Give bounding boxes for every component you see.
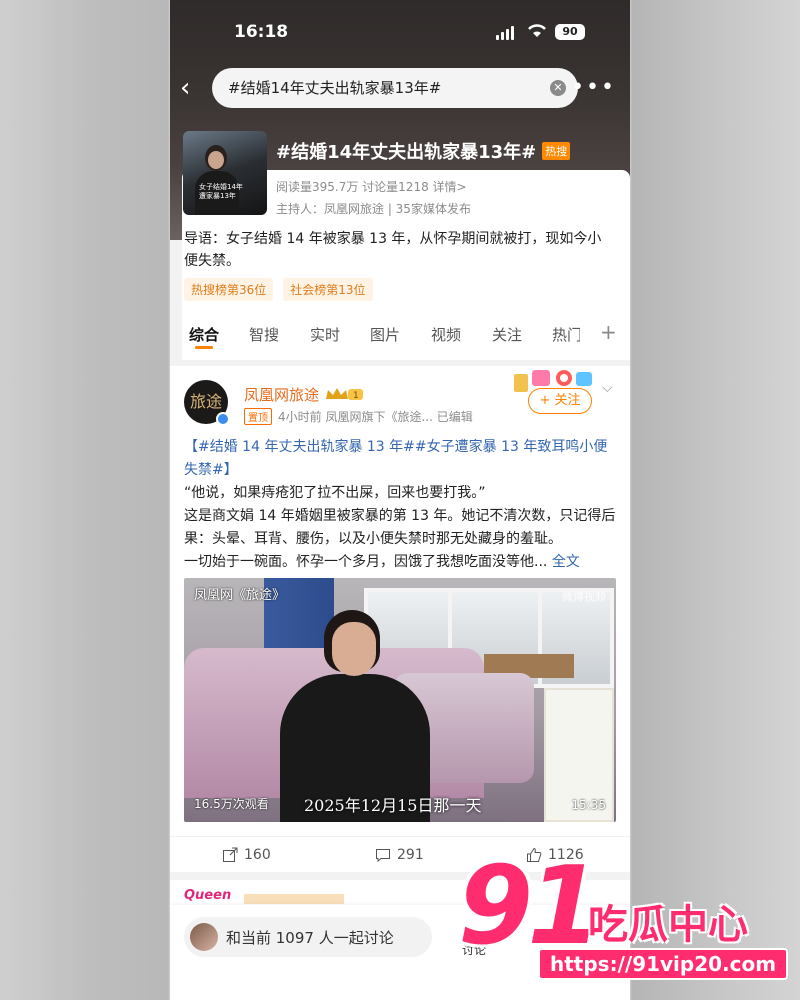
video-player[interactable]: 凤凰网《旅途》 微博视频 16.5万次观看 2025年12月15日那一天 15:… <box>184 578 616 822</box>
svg-text:1: 1 <box>353 391 359 401</box>
active-tab-indicator <box>195 346 213 349</box>
weibo-post: 旅途 凤凰网旅途 1 置顶 4小时前 凤凰网旗下《旅途... 已编辑 + 关注 … <box>170 366 630 872</box>
full-text-link[interactable]: 全文 <box>552 554 580 570</box>
post-line-3: 一切始于一碗面。怀孕一个多月，因饿了我想吃面没等他... 全文 <box>184 551 616 574</box>
follow-button[interactable]: + 关注 <box>528 388 592 414</box>
discussion-prompt: 和当前 1097 人一起讨论 <box>226 929 394 947</box>
verified-icon <box>216 412 230 426</box>
video-view-count: 16.5万次观看 <box>194 797 269 811</box>
next-post-username <box>244 894 344 904</box>
post-line-2: 这是商文娟 14 年婚姻里被家暴的第 13 年。她记不清次数，只记得后果：头晕、… <box>184 508 616 547</box>
tab-images[interactable]: 图片 <box>370 324 400 345</box>
thumb-face <box>208 151 224 169</box>
topic-title: #结婚14年丈夫出轨家暴13年# 热搜 <box>276 138 571 164</box>
tab-following[interactable]: 关注 <box>492 324 522 345</box>
video-watermark-right: 微博视频 <box>562 590 606 603</box>
video-person-face <box>332 622 376 676</box>
logo-url: https://91vip20.com <box>538 948 789 980</box>
repost-count: 160 <box>244 847 271 863</box>
watermark-logo: 91 吃瓜中心 https://91vip20.com <box>458 844 789 992</box>
discussion-avatar <box>190 923 218 951</box>
topic-intro: 导语：女子结婚 14 年被家暴 13 年，从怀孕期间就被打，现如今小便失禁。 <box>184 231 602 269</box>
status-time: 16:18 <box>234 22 289 42</box>
tab-realtime[interactable]: 实时 <box>310 324 340 345</box>
tab-videos[interactable]: 视频 <box>431 324 461 345</box>
topic-thumbnail[interactable]: 女子结婚14年 遭家暴13年 <box>183 131 267 215</box>
hot-badge: 热搜 <box>542 142 571 160</box>
signal-icon <box>496 26 514 40</box>
post-meta: 4小时前 凤凰网旗下《旅途... 已编辑 <box>278 410 473 424</box>
status-bar: 16:18 90 <box>170 0 630 66</box>
battery-icon: 90 <box>555 24 585 40</box>
tab-bar: 综合 智搜 实时 图片 视频 关注 热门 + <box>182 316 630 360</box>
more-icon[interactable]: ••• <box>571 74 616 102</box>
topic-host: 主持人：凤凰网旅途 | 35家媒体发布 <box>276 202 471 216</box>
repost-button[interactable]: 160 <box>222 847 271 863</box>
thumb-caption: 女子结婚14年 遭家暴13年 <box>199 183 243 200</box>
clear-icon[interactable]: ✕ <box>550 80 566 96</box>
tab-comprehensive[interactable]: 综合 <box>189 324 219 345</box>
back-arrow-icon[interactable]: ‹ <box>180 74 208 102</box>
chevron-down-icon[interactable]: ⌵ <box>602 380 613 396</box>
tab-hot[interactable]: 热门 <box>552 324 580 345</box>
post-username[interactable]: 凤凰网旅途 <box>244 384 319 405</box>
video-caption: 2025年12月15日那一天 <box>304 796 482 815</box>
navigation-bar: ‹ #结婚14年丈夫出轨家暴13年# ✕ ••• <box>170 66 630 110</box>
post-body: 【#结婚 14 年丈夫出轨家暴 13 年##女子遭家暴 13 年致耳鸣小便失禁#… <box>184 436 616 574</box>
add-tab-icon[interactable]: + <box>600 320 617 344</box>
vip-crown-icon: 1 <box>326 388 363 401</box>
search-query: #结婚14年丈夫出轨家暴13年# <box>228 79 442 97</box>
discussion-input[interactable]: 和当前 1097 人一起讨论 <box>184 917 432 957</box>
wifi-icon <box>528 24 546 37</box>
topic-stats[interactable]: 阅读量395.7万 讨论量1218 详情> <box>276 178 467 195</box>
logo-text: 吃瓜中心 <box>588 902 748 948</box>
video-duration: 15:35 <box>571 798 606 812</box>
rank-tag-society[interactable]: 社会榜第13位 <box>283 278 373 301</box>
repost-icon <box>223 847 238 862</box>
rank-tags: 热搜榜第36位 社会榜第13位 <box>184 278 373 301</box>
comment-count: 291 <box>397 847 424 863</box>
tab-smart-search[interactable]: 智搜 <box>249 324 279 345</box>
post-line-1: “他说，如果痔疮犯了拉不出屎，回来也要打我。” <box>184 485 486 501</box>
pinned-badge: 置顶 <box>244 408 272 425</box>
rank-tag-hot[interactable]: 热搜榜第36位 <box>184 278 274 301</box>
comment-button[interactable]: 291 <box>375 847 424 863</box>
logo-number: 91 <box>458 844 602 969</box>
post-hashtags[interactable]: 【#结婚 14 年丈夫出轨家暴 13 年##女子遭家暴 13 年致耳鸣小便失禁#… <box>184 436 616 482</box>
video-watermark-left: 凤凰网《旅途》 <box>194 588 286 603</box>
search-input[interactable]: #结婚14年丈夫出轨家暴13年# ✕ <box>212 68 578 108</box>
post-line-3-text: 一切始于一碗面。怀孕一个多月，因饿了我想吃面没等他... <box>184 554 548 570</box>
comment-icon <box>376 849 390 863</box>
topic-title-text: #结婚14年丈夫出轨家暴13年# <box>276 142 537 163</box>
